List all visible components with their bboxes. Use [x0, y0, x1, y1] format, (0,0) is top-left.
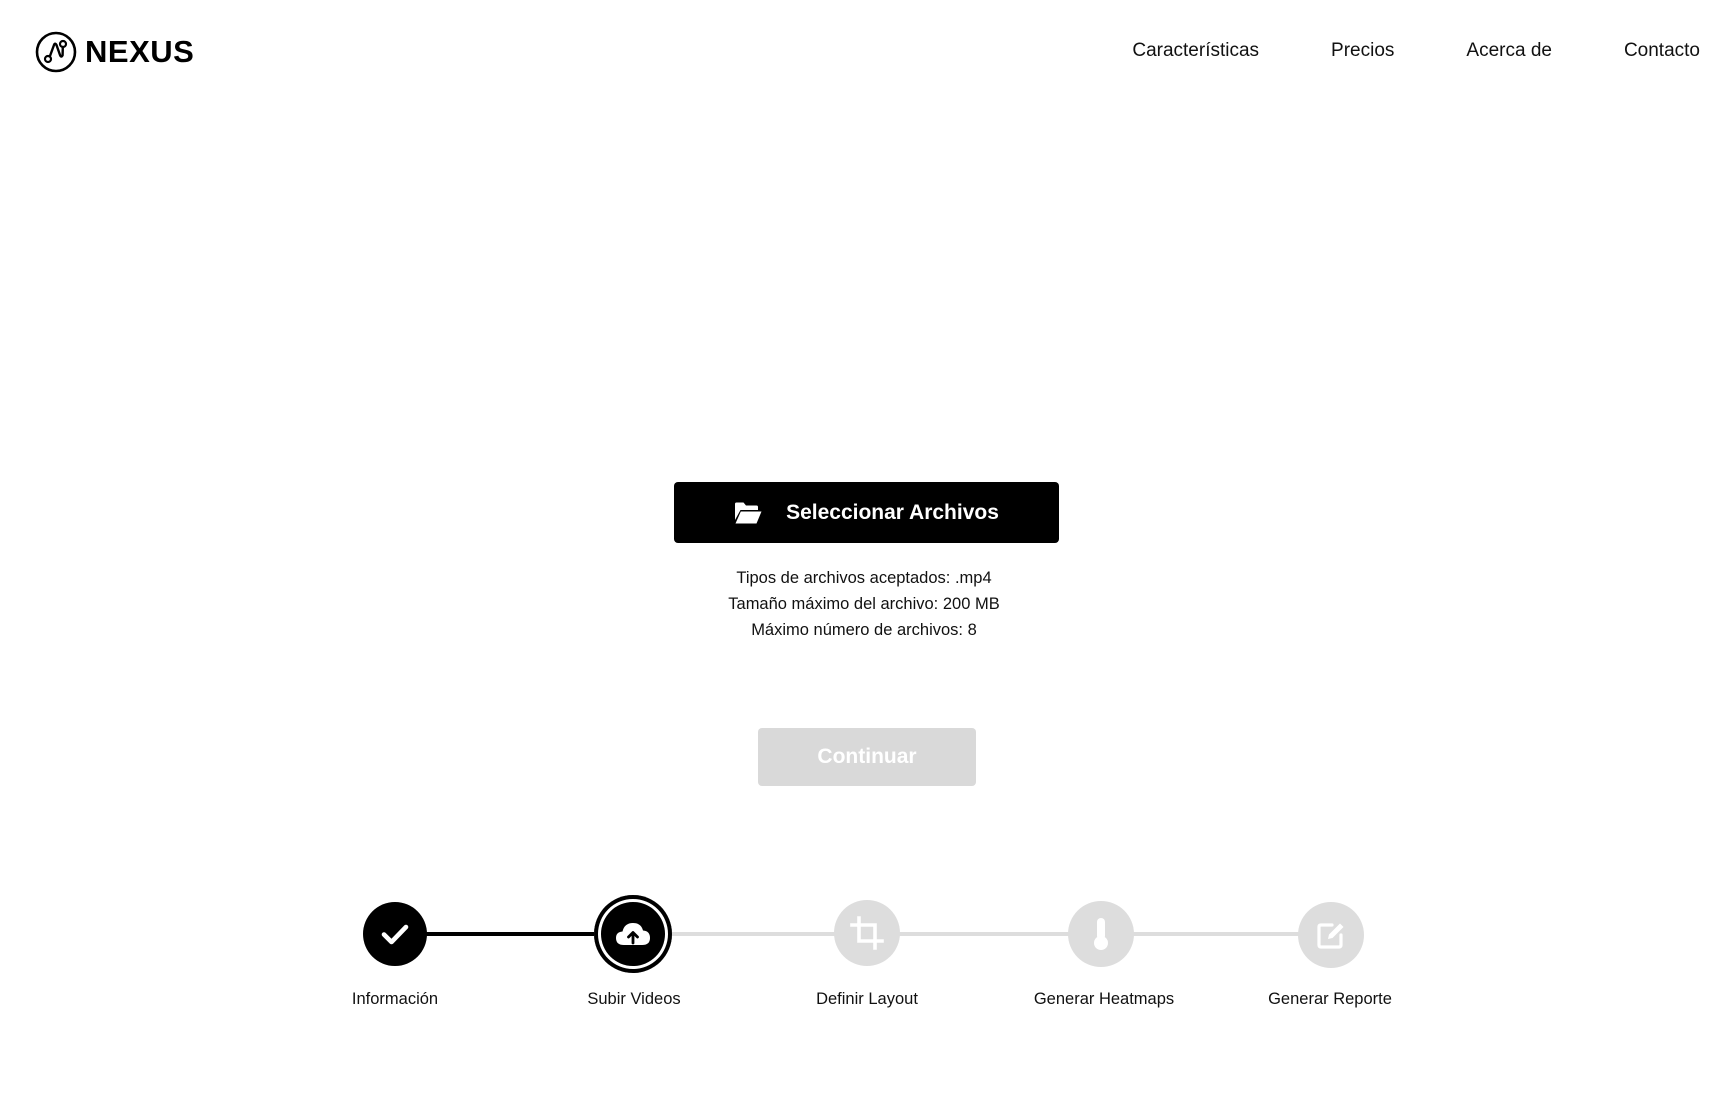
folder-open-icon — [735, 502, 762, 523]
nav-link-caracteristicas[interactable]: Características — [1132, 40, 1259, 62]
logo[interactable]: NEXUS — [35, 31, 194, 73]
cloud-upload-icon — [616, 923, 650, 945]
step-label-generar-heatmaps: Generar Heatmaps — [1033, 990, 1175, 1008]
brand-name: NEXUS — [85, 34, 195, 69]
step-generar-reporte[interactable] — [1298, 902, 1364, 968]
step-informacion[interactable] — [363, 902, 427, 966]
thermometer-icon — [1094, 918, 1108, 950]
continue-button[interactable]: Continuar — [758, 728, 976, 786]
step-label-subir-videos: Subir Videos — [587, 990, 681, 1008]
max-size-text: Tamaño máximo del archivo: 200 MB — [728, 595, 1000, 613]
nav-link-contacto[interactable]: Contacto — [1624, 40, 1700, 62]
step-subir-videos[interactable] — [594, 895, 672, 973]
page: NEXUS Características Precios Acerca de … — [0, 0, 1728, 1117]
site-header: NEXUS Características Precios Acerca de … — [0, 0, 1728, 104]
stepper-connector-pending — [670, 932, 1335, 936]
step-label-informacion: Información — [351, 990, 439, 1008]
edit-icon — [1317, 923, 1344, 949]
step-label-definir-layout: Definir Layout — [816, 990, 918, 1008]
main-nav: Características Precios Acerca de Contac… — [1132, 40, 1700, 62]
select-files-label: Seleccionar Archivos — [786, 500, 999, 524]
step-label-generar-reporte: Generar Reporte — [1268, 990, 1392, 1008]
nav-link-precios[interactable]: Precios — [1331, 40, 1394, 62]
nexus-logo-icon — [35, 31, 77, 73]
upload-requirements: Tipos de archivos aceptados: .mp4 Tamaño… — [614, 565, 1114, 643]
accepted-types-text: Tipos de archivos aceptados: .mp4 — [736, 569, 992, 587]
check-icon — [381, 924, 409, 945]
nav-link-acerca-de[interactable]: Acerca de — [1466, 40, 1552, 62]
step-generar-heatmaps[interactable] — [1068, 901, 1134, 967]
progress-stepper: Información Subir Videos Definir Layout … — [0, 890, 1728, 1020]
max-files-text: Máximo número de archivos: 8 — [751, 621, 977, 639]
select-files-button[interactable]: Seleccionar Archivos — [674, 482, 1059, 543]
crop-icon — [850, 916, 884, 950]
step-definir-layout[interactable] — [834, 900, 900, 966]
